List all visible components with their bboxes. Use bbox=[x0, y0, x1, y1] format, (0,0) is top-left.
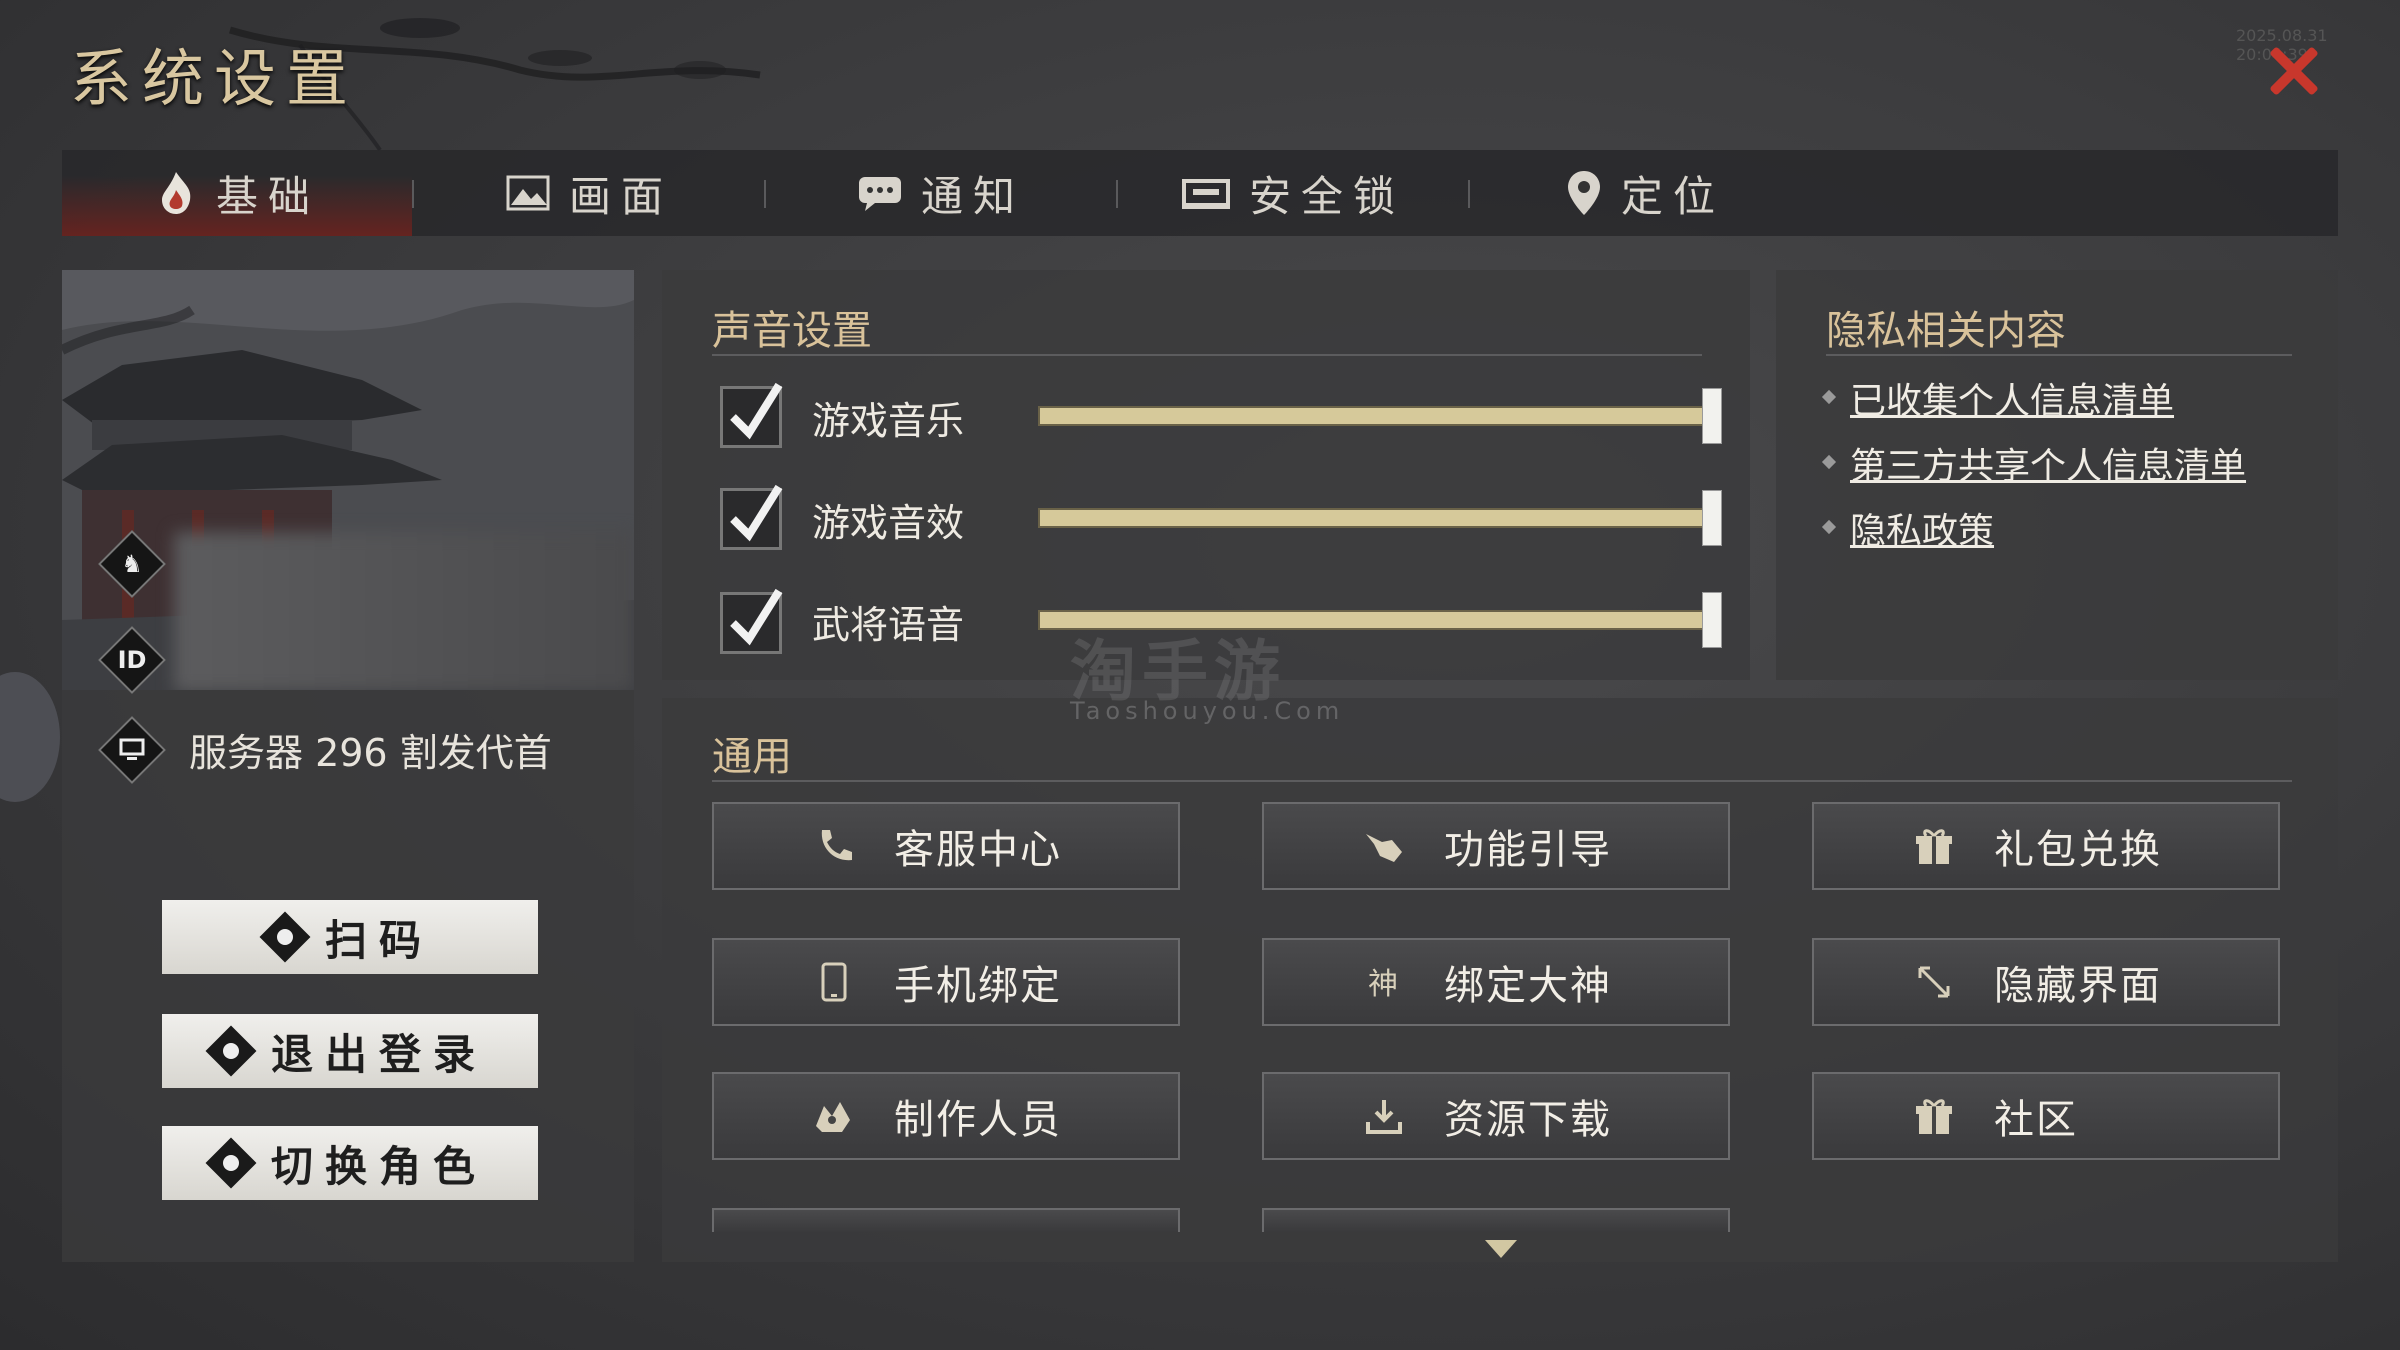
scan-icon bbox=[259, 911, 311, 963]
svg-text:神: 神 bbox=[1368, 967, 1398, 1002]
bullet-icon bbox=[1821, 519, 1837, 535]
slider-fill bbox=[1040, 408, 1712, 424]
scroll-down-icon[interactable] bbox=[1485, 1240, 1517, 1258]
scan-button[interactable]: 扫码 bbox=[162, 900, 538, 974]
blurred-name-area bbox=[174, 532, 634, 690]
close-button[interactable] bbox=[2258, 36, 2328, 106]
checkmark-icon bbox=[730, 484, 783, 542]
slider-knob[interactable] bbox=[1702, 592, 1722, 648]
feature-guide-button[interactable]: 功能引导 bbox=[1262, 802, 1730, 890]
shen-glyph-icon: 神 bbox=[1354, 962, 1414, 1002]
community-button[interactable]: 社区 bbox=[1812, 1072, 2280, 1160]
slider-fill bbox=[1040, 510, 1712, 526]
gift-icon bbox=[1904, 826, 1964, 866]
tab-label: 定位 bbox=[1620, 171, 1725, 221]
slider-game-sfx[interactable] bbox=[1038, 490, 1722, 546]
hide-ui-button[interactable]: 隐藏界面 bbox=[1812, 938, 2280, 1026]
tab-location[interactable]: 定位 bbox=[1470, 150, 1820, 236]
tab-label: 基础 bbox=[215, 171, 320, 221]
pointer-hand-icon bbox=[1354, 826, 1414, 866]
general-panel: 通用 客服中心 功能引导 礼包兑换 手机绑定 神 绑定大神 隐藏界面 制作人员 … bbox=[662, 698, 2338, 1262]
partial-button-row[interactable] bbox=[1262, 1208, 1730, 1232]
mobile-icon bbox=[804, 962, 864, 1002]
watermark-en: Taoshouyou.Com bbox=[1070, 697, 1345, 725]
gift-icon bbox=[1904, 1096, 1964, 1136]
switch-role-button[interactable]: 切换角色 bbox=[162, 1126, 538, 1200]
tab-basic[interactable]: 基础 bbox=[62, 150, 412, 236]
sound-section-title: 声音设置 bbox=[712, 308, 872, 354]
divider bbox=[1826, 354, 2292, 356]
tab-label: 画面 bbox=[568, 171, 673, 221]
profile-panel: ♞ ID 服务器 296 割发代首 扫码 退出登录 切换角色 bbox=[62, 270, 634, 1262]
crew-icon bbox=[804, 1096, 864, 1136]
partial-button-row[interactable] bbox=[712, 1208, 1180, 1232]
privacy-link-collected-info[interactable]: 已收集个人信息清单 bbox=[1850, 372, 2174, 424]
location-pin-icon bbox=[1565, 169, 1603, 217]
phone-binding-button[interactable]: 手机绑定 bbox=[712, 938, 1180, 1026]
resource-download-button[interactable]: 资源下载 bbox=[1262, 1072, 1730, 1160]
monitor-icon bbox=[110, 728, 154, 772]
logout-button[interactable]: 退出登录 bbox=[162, 1014, 538, 1088]
server-label: 服务器 296 割发代首 bbox=[189, 731, 552, 775]
checkmark-icon bbox=[730, 382, 783, 440]
picture-icon bbox=[505, 173, 551, 213]
character-portrait bbox=[62, 270, 634, 690]
tab-security-lock[interactable]: 安全锁 bbox=[1118, 150, 1468, 236]
divider bbox=[712, 780, 2292, 782]
slider-knob[interactable] bbox=[1702, 388, 1722, 444]
phone-icon bbox=[804, 826, 864, 866]
tab-bar: 基础 画面 通知 安全锁 定位 bbox=[62, 150, 2338, 236]
switch-role-icon bbox=[205, 1137, 257, 1189]
download-icon bbox=[1354, 1096, 1414, 1136]
slider-game-music[interactable] bbox=[1038, 388, 1722, 444]
bullet-icon bbox=[1821, 389, 1837, 405]
tab-label: 安全锁 bbox=[1248, 171, 1405, 221]
privacy-link-third-party[interactable]: 第三方共享个人信息清单 bbox=[1850, 437, 2246, 489]
sound-label-game-music: 游戏音乐 bbox=[812, 399, 965, 443]
gift-redeem-button[interactable]: 礼包兑换 bbox=[1812, 802, 2280, 890]
privacy-link-policy[interactable]: 隐私政策 bbox=[1850, 502, 1994, 554]
sound-label-game-sfx: 游戏音效 bbox=[812, 501, 965, 545]
checkbox-game-music[interactable] bbox=[720, 382, 783, 448]
edge-decoration bbox=[0, 672, 60, 802]
slider-knob[interactable] bbox=[1702, 490, 1722, 546]
tab-graphics[interactable]: 画面 bbox=[414, 150, 764, 236]
customer-service-button[interactable]: 客服中心 bbox=[712, 802, 1180, 890]
checkmark-icon bbox=[730, 588, 783, 646]
general-section-title: 通用 bbox=[712, 734, 792, 780]
sound-label-general-voice: 武将语音 bbox=[812, 603, 965, 647]
credits-button[interactable]: 制作人员 bbox=[712, 1072, 1180, 1160]
chat-icon bbox=[857, 173, 903, 213]
fire-icon bbox=[154, 170, 198, 216]
checkbox-game-sfx[interactable] bbox=[720, 484, 783, 550]
bind-dashen-button[interactable]: 神 绑定大神 bbox=[1262, 938, 1730, 1026]
page-title: 系统设置 bbox=[70, 42, 359, 115]
tab-label: 通知 bbox=[920, 171, 1025, 221]
server-badge bbox=[98, 716, 166, 784]
checkbox-general-voice[interactable] bbox=[720, 588, 783, 654]
privacy-panel: 隐私相关内容 已收集个人信息清单 第三方共享个人信息清单 隐私政策 bbox=[1776, 270, 2338, 680]
helmet-icon: ♞ bbox=[121, 550, 143, 578]
logout-icon bbox=[205, 1025, 257, 1077]
lock-icon bbox=[1181, 173, 1231, 213]
tab-notification[interactable]: 通知 bbox=[766, 150, 1116, 236]
collapse-arrows-icon bbox=[1904, 962, 1964, 1002]
privacy-section-title: 隐私相关内容 bbox=[1826, 308, 2066, 354]
divider bbox=[712, 354, 1702, 356]
bullet-icon bbox=[1821, 454, 1837, 470]
